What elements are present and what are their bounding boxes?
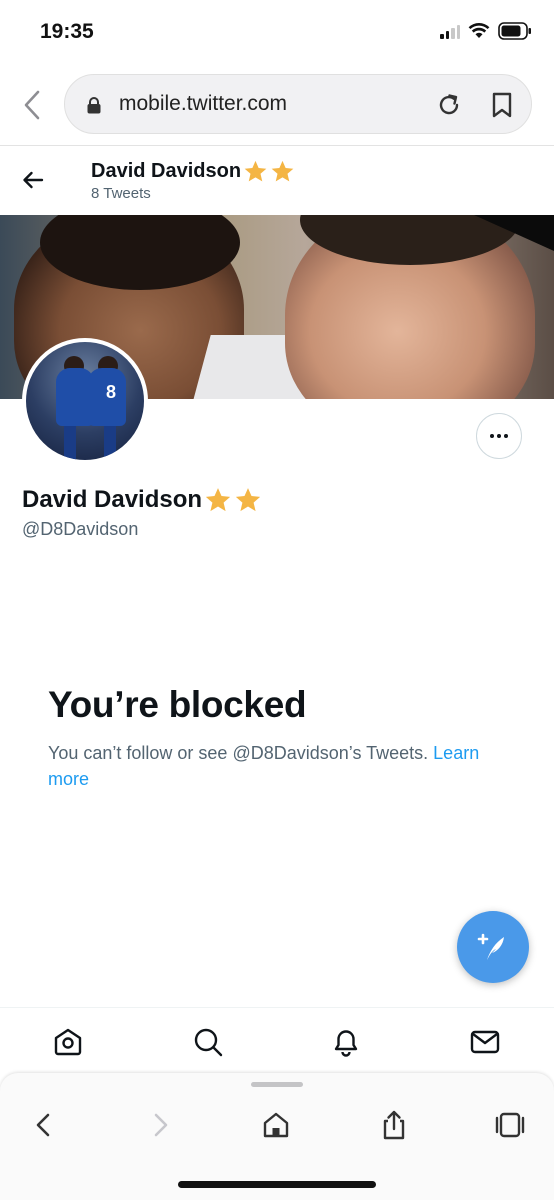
profile-handle: @D8Davidson <box>22 519 139 539</box>
blocked-message-text: You can’t follow or see @D8Davidson’s Tw… <box>48 743 429 763</box>
browser-back-icon[interactable] <box>18 88 48 122</box>
reload-icon[interactable] <box>435 91 463 119</box>
more-dot <box>504 434 508 438</box>
wifi-icon <box>468 23 490 38</box>
star-icon <box>235 488 261 512</box>
twitter-bottom-nav <box>0 1007 554 1075</box>
browser-home-icon[interactable] <box>260 1109 292 1141</box>
tabs-icon[interactable] <box>494 1109 526 1141</box>
profile-header: David Davidson 8 Tweets <box>0 147 554 215</box>
url-field[interactable]: mobile.twitter.com <box>64 74 532 134</box>
compose-tweet-button[interactable] <box>457 911 529 983</box>
toolbar-grabber[interactable] <box>251 1082 303 1087</box>
home-indicator <box>178 1181 376 1188</box>
compose-feather-icon <box>477 933 504 960</box>
profile-avatar[interactable]: 8 <box>22 338 148 464</box>
avatar-jersey-number: 8 <box>106 382 117 402</box>
header-name: David Davidson <box>91 159 295 184</box>
share-icon[interactable] <box>378 1109 410 1141</box>
profile-name-text: David Davidson <box>22 486 203 513</box>
lock-icon <box>87 97 101 114</box>
back-arrow-icon[interactable] <box>20 167 46 193</box>
more-dot <box>490 434 494 438</box>
search-icon[interactable] <box>192 1026 224 1058</box>
browser-forward-icon[interactable] <box>144 1109 176 1141</box>
messages-icon[interactable] <box>469 1026 501 1058</box>
url-text: mobile.twitter.com <box>119 92 288 115</box>
tweet-count: 8 Tweets <box>91 185 151 202</box>
blocked-title: You’re blocked <box>48 684 307 725</box>
banner-corner <box>474 215 554 251</box>
signal-icon <box>440 23 460 39</box>
home-icon[interactable] <box>52 1026 84 1058</box>
status-bar: 19:35 <box>0 0 554 64</box>
star-icon <box>244 160 267 182</box>
more-options-button[interactable] <box>476 413 522 459</box>
browser-back-icon[interactable] <box>28 1109 60 1141</box>
notifications-icon[interactable] <box>330 1026 362 1058</box>
battery-icon <box>498 22 531 40</box>
status-time: 19:35 <box>40 20 94 43</box>
bookmark-icon[interactable] <box>489 91 515 119</box>
star-icon <box>205 488 231 512</box>
more-dot <box>497 434 501 438</box>
status-icons <box>440 22 532 40</box>
browser-address-bar: mobile.twitter.com <box>0 64 554 146</box>
avatar-player-leg <box>104 426 116 460</box>
star-icon <box>271 160 294 182</box>
header-name-text: David Davidson <box>91 160 242 182</box>
profile-name: David Davidson <box>22 486 262 514</box>
avatar-player-leg <box>64 426 76 460</box>
blocked-message: You can’t follow or see @D8Davidson’s Tw… <box>48 740 508 792</box>
